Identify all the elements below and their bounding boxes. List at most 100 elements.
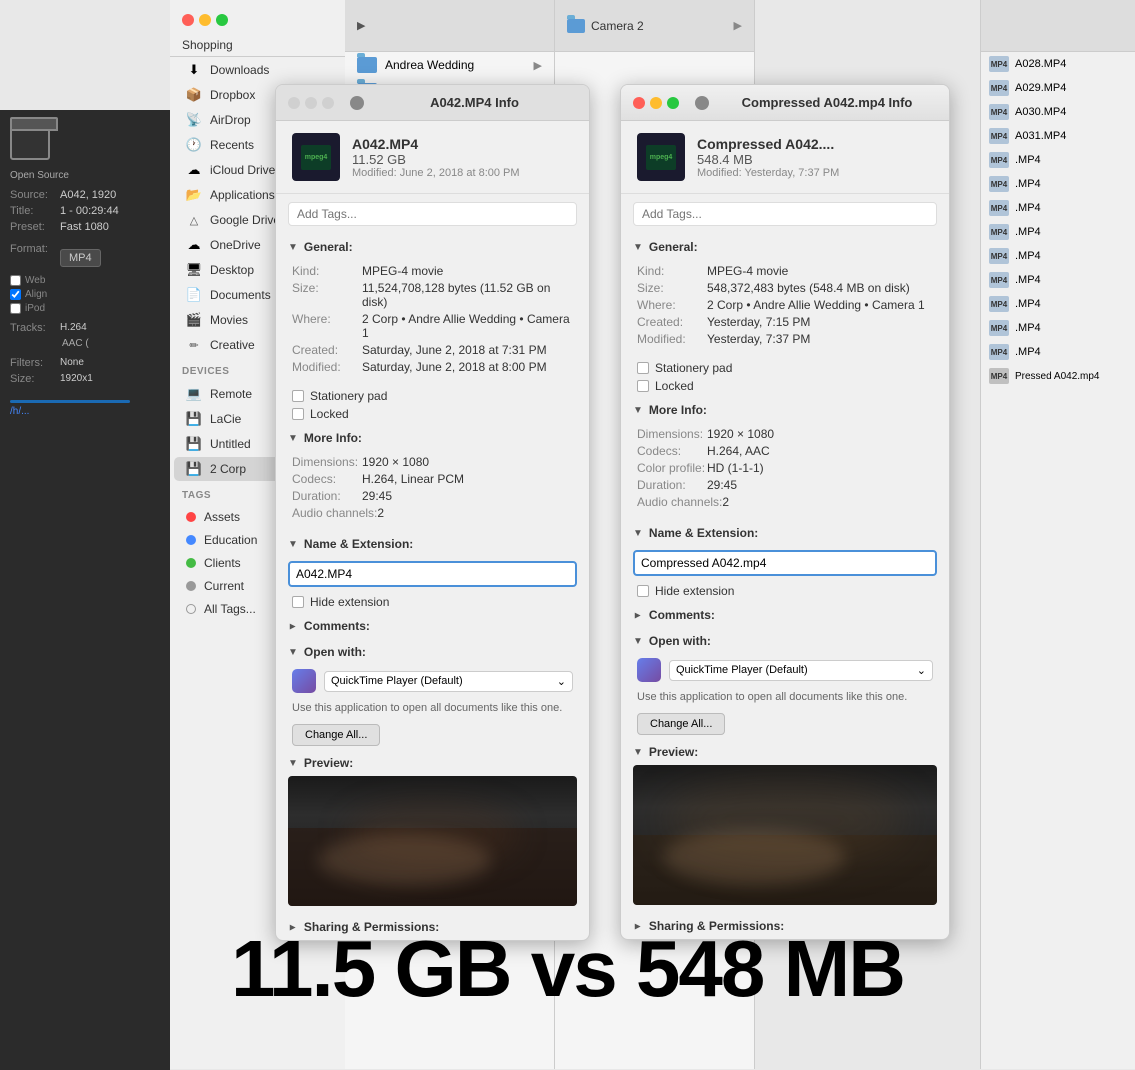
info2-kind-value: MPEG-4 movie xyxy=(707,264,933,278)
ipod-checkbox[interactable] xyxy=(10,303,21,314)
dropbox-icon: 📦 xyxy=(186,87,202,103)
info2-preview-triangle: ▼ xyxy=(633,747,643,758)
info1-minimize[interactable] xyxy=(305,97,317,109)
sidebar-traffic-lights xyxy=(170,0,345,34)
info1-openwith-header[interactable]: ▼ Open with: xyxy=(276,639,589,665)
progress-bar xyxy=(10,400,130,403)
info2-close[interactable] xyxy=(633,97,645,109)
creative-label: Creative xyxy=(210,338,255,352)
clients-tag-dot xyxy=(186,558,196,568)
mp4-icon-4: MP4 xyxy=(989,152,1009,168)
info2-locked-checkbox[interactable] xyxy=(637,380,649,392)
info2-stationery-checkbox[interactable] xyxy=(637,362,649,374)
info2-openwith-title: Open with: xyxy=(649,634,711,648)
mp4-item-11[interactable]: MP4 .MP4 xyxy=(981,316,1135,340)
format-btn[interactable]: MP4 xyxy=(60,249,101,267)
info1-nameext-header[interactable]: ▼ Name & Extension: xyxy=(276,531,589,557)
mp4-item-4[interactable]: MP4 .MP4 xyxy=(981,148,1135,172)
info2-name-input[interactable] xyxy=(633,550,937,576)
info1-maximize[interactable] xyxy=(322,97,334,109)
info2-openwith-row: QuickTime Player (Default) ⌄ xyxy=(621,654,949,686)
shopping-tab[interactable]: Shopping xyxy=(170,34,345,57)
info1-app-selector[interactable]: QuickTime Player (Default) ⌄ xyxy=(324,671,573,692)
info-panel-2: Compressed A042.mp4 Info mpeg4 Compresse… xyxy=(620,84,950,940)
clients-label: Clients xyxy=(204,556,241,570)
info1-preview-header[interactable]: ▼ Preview: xyxy=(276,750,589,776)
info2-tags-input[interactable] xyxy=(633,202,937,226)
info2-general-header[interactable]: ▼ General: xyxy=(621,234,949,260)
info2-openwith-header[interactable]: ▼ Open with: xyxy=(621,628,949,654)
info1-general-content: Kind: MPEG-4 movie Size: 11,524,708,128 … xyxy=(276,260,589,385)
align-label: Align xyxy=(25,289,47,300)
remote-label: Remote xyxy=(210,387,252,401)
info2-created-value: Yesterday, 7:15 PM xyxy=(707,315,933,329)
info2-nameext-header[interactable]: ▼ Name & Extension: xyxy=(621,520,949,546)
onedrive-icon: ☁ xyxy=(186,237,202,253)
info2-maximize[interactable] xyxy=(667,97,679,109)
mp4-item-a029[interactable]: MP4 A029.MP4 xyxy=(981,76,1135,100)
info1-moreinfo-header[interactable]: ▼ More Info: xyxy=(276,425,589,451)
mp4-item-6[interactable]: MP4 .MP4 xyxy=(981,196,1135,220)
info1-comments-header[interactable]: ▼ Comments: xyxy=(276,613,589,639)
info2-minimize[interactable] xyxy=(650,97,662,109)
info2-comments-header[interactable]: ▼ Comments: xyxy=(621,602,949,628)
info1-locked-checkbox[interactable] xyxy=(292,408,304,420)
info2-hideext-checkbox[interactable] xyxy=(637,585,649,597)
web-checkbox[interactable] xyxy=(10,275,21,286)
mp4-item-a030[interactable]: MP4 A030.MP4 xyxy=(981,100,1135,124)
mp4-item-5[interactable]: MP4 .MP4 xyxy=(981,172,1135,196)
info2-color-label: Color profile: xyxy=(637,461,707,475)
info2-app-selector[interactable]: QuickTime Player (Default) ⌄ xyxy=(669,660,933,681)
mp4-item-a031[interactable]: MP4 A031.MP4 xyxy=(981,124,1135,148)
info1-dim-label: Dimensions: xyxy=(292,455,362,469)
creative-icon: ✏ xyxy=(186,337,202,353)
lacie-label: LaCie xyxy=(210,412,241,426)
tracks-label: Tracks: xyxy=(10,322,60,334)
info1-spinner xyxy=(350,96,364,110)
info2-preview-header[interactable]: ▼ Preview: xyxy=(621,739,949,765)
mp4-item-compressed[interactable]: MP4 Pressed A042.mp4 xyxy=(981,364,1135,388)
lacie-icon: 💾 xyxy=(186,411,202,427)
mp4-item-9[interactable]: MP4 .MP4 xyxy=(981,268,1135,292)
info2-file-size: 548.4 MB xyxy=(697,152,839,167)
info1-stationery-checkbox[interactable] xyxy=(292,390,304,402)
info1-sharing-header[interactable]: ▼ Sharing & Permissions: xyxy=(276,914,589,940)
info2-sharing-title: Sharing & Permissions: xyxy=(649,919,784,933)
output-path: /h/... xyxy=(10,406,160,417)
info1-close[interactable] xyxy=(288,97,300,109)
info2-sharing-header[interactable]: ▼ Sharing & Permissions: xyxy=(621,913,949,939)
movies-label: Movies xyxy=(210,313,248,327)
info-panel-2-traffic-lights xyxy=(633,97,679,109)
info1-general-header[interactable]: ▼ General: xyxy=(276,234,589,260)
info-panel-1: A042.MP4 Info mpeg4 A042.MP4 11.52 GB Mo… xyxy=(275,84,590,941)
info1-name-input[interactable] xyxy=(288,561,577,587)
info2-moreinfo-header[interactable]: ▼ More Info: xyxy=(621,397,949,423)
title-label-key: Title: xyxy=(10,205,60,217)
info2-change-all-btn[interactable]: Change All... xyxy=(637,713,725,735)
info1-tags-input[interactable] xyxy=(288,202,577,226)
info2-moreinfo-triangle: ▼ xyxy=(633,405,643,416)
info2-preview-image xyxy=(633,765,937,905)
align-checkbox[interactable] xyxy=(10,289,21,300)
info1-preview-gradient xyxy=(288,828,577,906)
desktop-label: Desktop xyxy=(210,263,254,277)
info2-modified-label: Modified: xyxy=(637,332,707,346)
mp4-item-8[interactable]: MP4 .MP4 xyxy=(981,244,1135,268)
source-value: A042, 1920 xyxy=(60,189,116,201)
maximize-button[interactable] xyxy=(216,14,228,26)
info1-change-all-btn[interactable]: Change All... xyxy=(292,724,380,746)
minimize-button[interactable] xyxy=(199,14,211,26)
education-tag-dot xyxy=(186,535,196,545)
folder-andrea-wedding[interactable]: Andrea Wedding ▶ xyxy=(345,52,554,78)
mp4-item-a028[interactable]: MP4 A028.MP4 xyxy=(981,52,1135,76)
mp4-item-7[interactable]: MP4 .MP4 xyxy=(981,220,1135,244)
mp4-icon-9: MP4 xyxy=(989,272,1009,288)
close-button[interactable] xyxy=(182,14,194,26)
sidebar-item-downloads[interactable]: ⬇ Downloads xyxy=(174,58,341,82)
info2-preview-title: Preview: xyxy=(649,745,698,759)
info1-preview-image xyxy=(288,776,577,906)
mp4-item-10[interactable]: MP4 .MP4 xyxy=(981,292,1135,316)
mp4-item-12[interactable]: MP4 .MP4 xyxy=(981,340,1135,364)
info1-hideext-checkbox[interactable] xyxy=(292,596,304,608)
documents-icon: 📄 xyxy=(186,287,202,303)
